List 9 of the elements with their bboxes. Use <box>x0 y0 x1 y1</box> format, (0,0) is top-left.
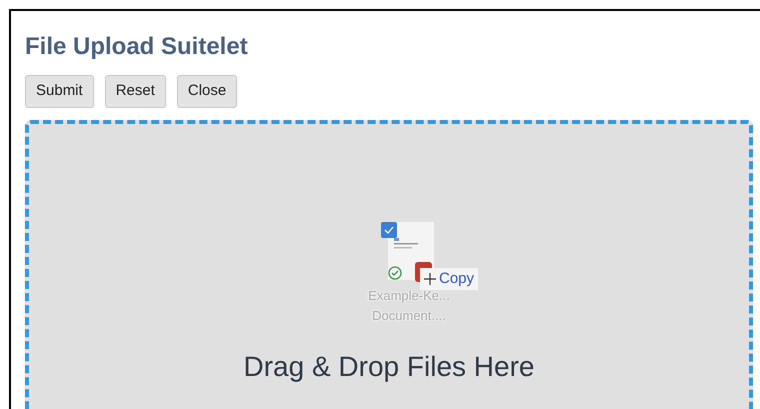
action-button[interactable]: Close <box>176 75 238 108</box>
action-button[interactable]: Reset <box>104 75 166 108</box>
copy-label: Copy <box>439 268 474 289</box>
action-button[interactable]: Submit <box>25 75 94 108</box>
page-title: File Upload Suitelet <box>25 32 249 62</box>
check-icon <box>384 226 394 234</box>
check-circle-icon <box>388 266 402 280</box>
plus-icon <box>424 273 436 285</box>
drop-zone-label: Drag & Drop Files Here <box>242 350 536 384</box>
